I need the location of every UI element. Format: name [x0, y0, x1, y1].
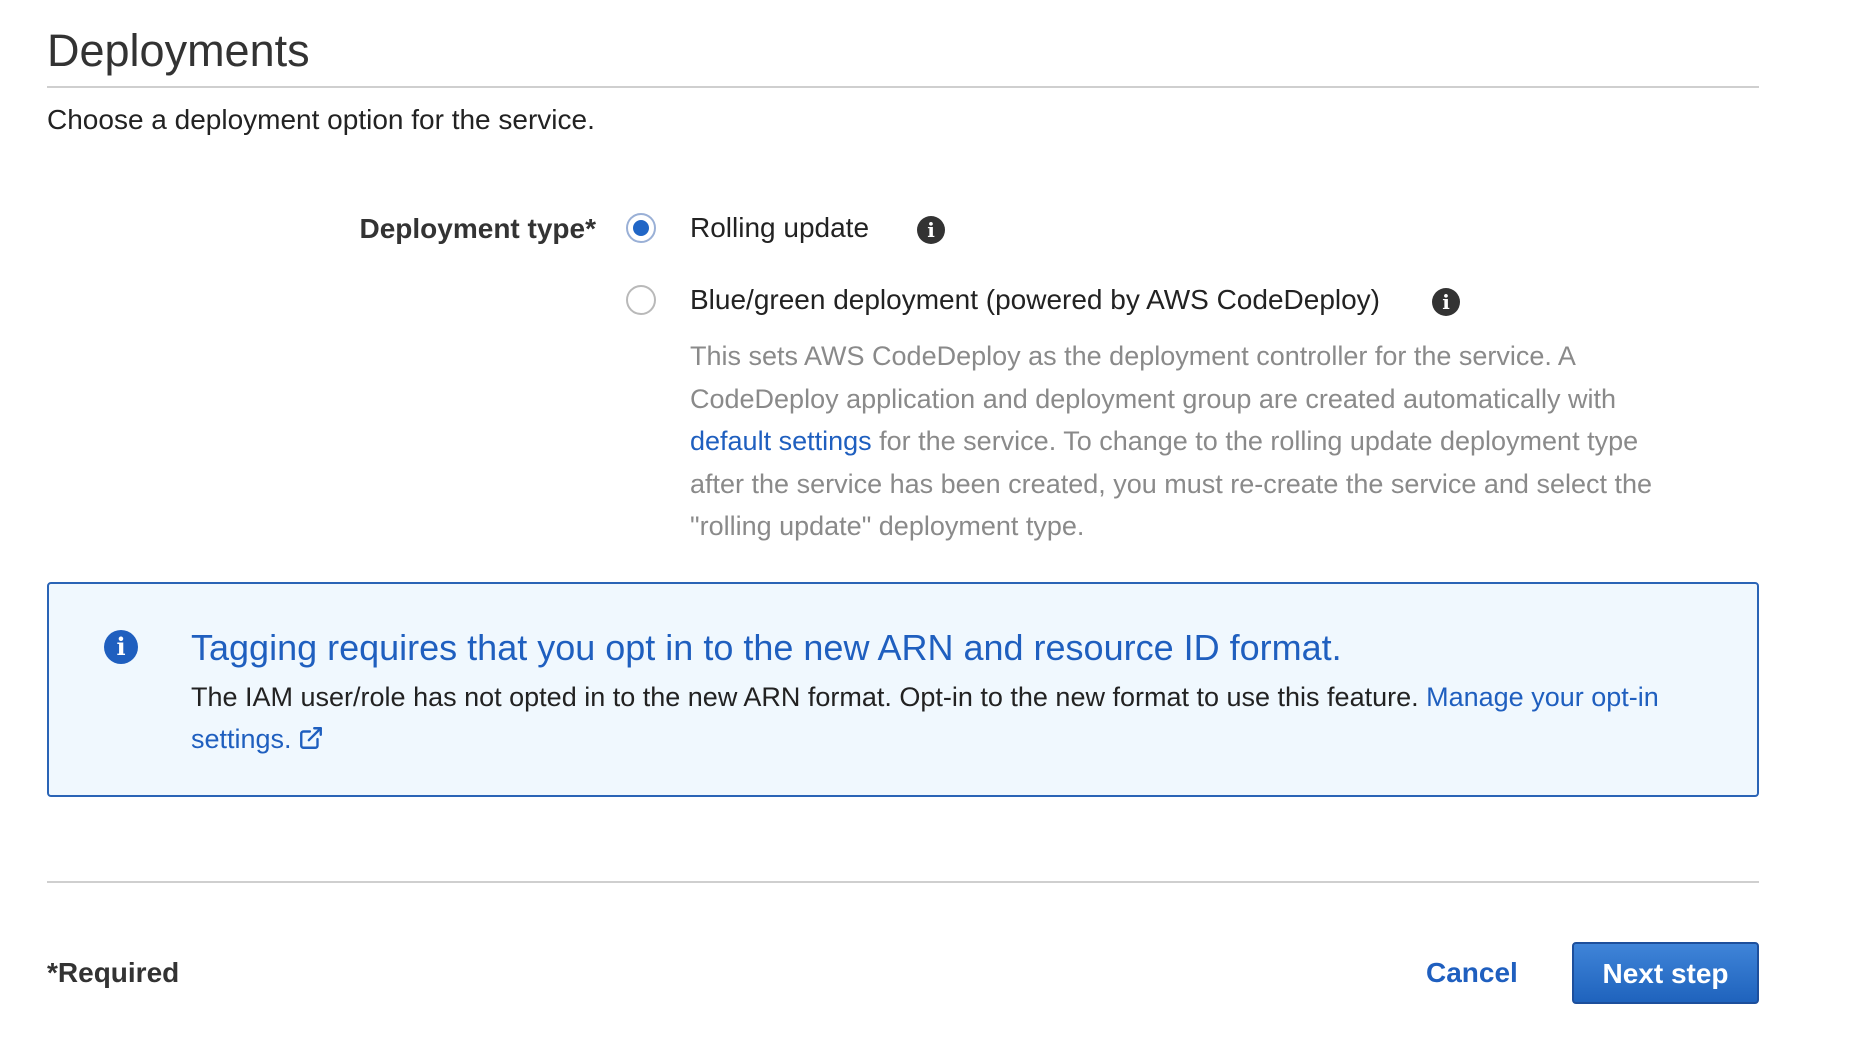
blue-green-description: This sets AWS CodeDeploy as the deployme… — [690, 335, 1660, 548]
default-settings-link[interactable]: default settings — [690, 426, 872, 456]
divider — [47, 881, 1759, 883]
blue-green-label[interactable]: Blue/green deployment (powered by AWS Co… — [690, 282, 1380, 318]
alert-title: Tagging requires that you opt in to the … — [191, 627, 1342, 668]
blue-green-radio[interactable] — [626, 285, 656, 315]
alert-body-text: The IAM user/role has not opted in to th… — [191, 682, 1427, 712]
info-icon: i — [104, 630, 138, 664]
divider — [47, 86, 1759, 88]
required-note: *Required — [47, 957, 180, 988]
external-link-icon — [299, 727, 322, 749]
rolling-update-label[interactable]: Rolling update — [690, 210, 869, 246]
alert-body: The IAM user/role has not opted in to th… — [191, 676, 1731, 760]
description-text: This sets AWS CodeDeploy as the deployme… — [690, 341, 1617, 414]
next-step-button[interactable]: Next step — [1572, 942, 1759, 1004]
section-title: Deployments — [47, 25, 310, 76]
info-icon[interactable]: i — [1432, 288, 1460, 316]
page: Deployments Choose a deployment option f… — [0, 0, 1868, 1054]
cancel-button[interactable]: Cancel — [1426, 955, 1518, 991]
info-alert: i Tagging requires that you opt in to th… — [47, 582, 1759, 797]
deployment-type-label: Deployment type* — [359, 213, 597, 244]
section-subtitle: Choose a deployment option for the servi… — [47, 104, 595, 135]
rolling-update-radio[interactable] — [626, 213, 656, 243]
info-icon[interactable]: i — [917, 216, 945, 244]
